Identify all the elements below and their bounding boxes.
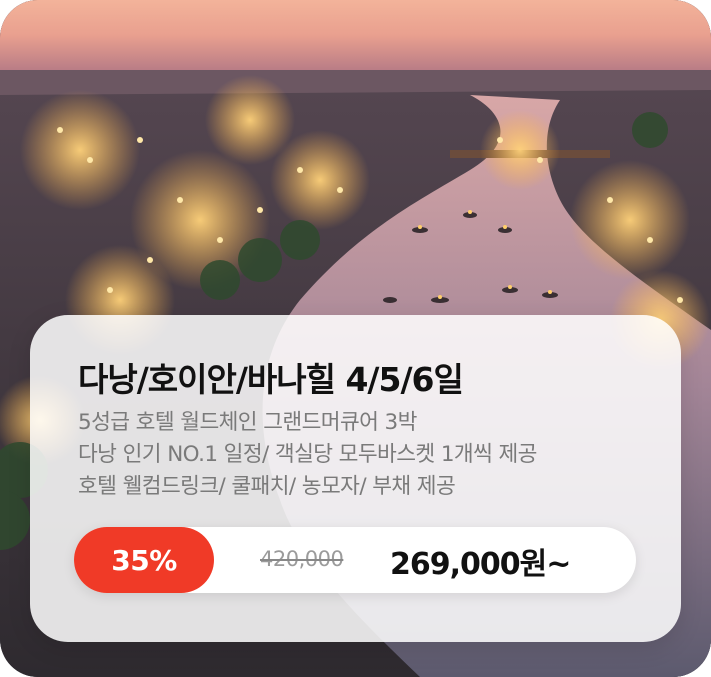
discount-badge: 35% — [74, 527, 214, 593]
description-line: 다낭 인기 NO.1 일정/ 객실당 모두바스켓 1개씩 제공 — [78, 442, 537, 467]
product-card[interactable]: 다낭/호이안/바나힐 4/5/6일 5성급 호텔 월드체인 그랜드머큐어 3박 … — [0, 0, 711, 677]
price-bar[interactable]: 35% 420,000 269,000원~ — [74, 527, 636, 593]
product-info-panel[interactable]: 다낭/호이안/바나힐 4/5/6일 5성급 호텔 월드체인 그랜드머큐어 3박 … — [30, 315, 681, 642]
original-price: 420,000 — [260, 547, 344, 571]
product-title: 다낭/호이안/바나힐 4/5/6일 — [78, 360, 464, 399]
description-line: 호텔 웰컴드링크/ 쿨패치/ 농모자/ 부채 제공 — [78, 474, 456, 499]
description-line: 5성급 호텔 월드체인 그랜드머큐어 3박 — [78, 410, 417, 435]
sale-price: 269,000원~ — [390, 547, 571, 582]
product-description: 5성급 호텔 월드체인 그랜드머큐어 3박 다낭 인기 NO.1 일정/ 객실당… — [78, 407, 658, 503]
